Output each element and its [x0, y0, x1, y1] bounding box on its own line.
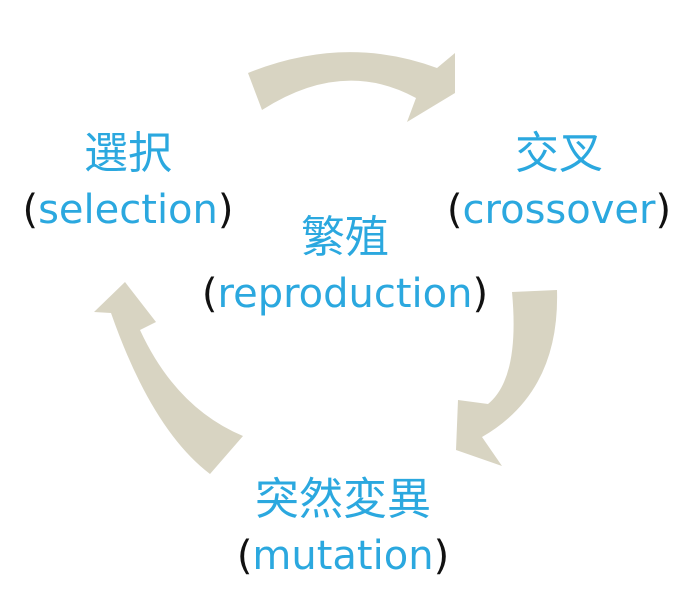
reproduction-label-jp: 繁殖 — [301, 212, 389, 263]
crossover-label-jp: 交叉 — [515, 128, 603, 179]
node-mutation: 突然変異 (mutation) — [218, 474, 468, 579]
mutation-label-jp: 突然変異 — [255, 474, 431, 525]
arrow-selection-to-crossover — [248, 52, 455, 122]
selection-label-jp: 選択 — [84, 128, 172, 179]
mutation-label-en: (mutation) — [236, 533, 450, 579]
node-reproduction: 繁殖 (reproduction) — [180, 212, 510, 317]
reproduction-label-en: (reproduction) — [201, 271, 489, 317]
